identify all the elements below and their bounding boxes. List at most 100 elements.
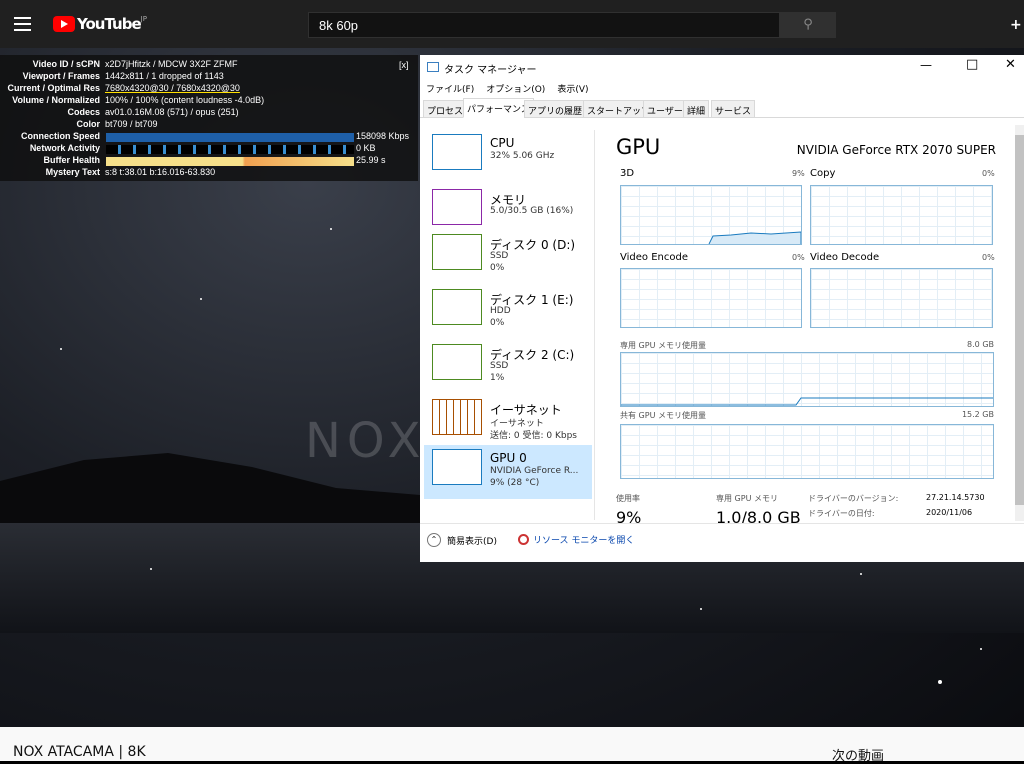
menu-options[interactable]: オプション(O)	[486, 82, 545, 95]
sidebar-item-disk-2[interactable]: ディスク 2 (C:) SSD 1%	[424, 340, 592, 394]
item-subtitle: 32% 5.06 GHz	[490, 151, 555, 161]
logo-text: YouTube	[77, 15, 142, 33]
stat-value: s:8 t:38.01 b:16.016-63.830	[105, 167, 216, 177]
dedicated-memory-line	[621, 397, 993, 406]
memory-value: 1.0/8.0 GB	[716, 508, 801, 523]
region-code: JP	[140, 15, 147, 23]
stats-for-nerds-panel: [x] Video ID / sCPN x2D7jHfitzk / MDCW 3X…	[0, 55, 418, 181]
item-title: CPU	[490, 136, 515, 150]
buffer-health-bar	[106, 157, 354, 166]
dedicated-memory-label: 専用 GPU メモリ使用量	[620, 341, 706, 350]
engine-video-decode-label[interactable]: Video Decode	[810, 252, 879, 263]
usage-value: 9%	[616, 508, 642, 523]
gpu-summary: 使用率 9% 専用 GPU メモリ 1.0/8.0 GB ドライバーのバージョン…	[616, 491, 1014, 523]
item-value: 送信: 0 受信: 0 Kbps	[490, 431, 577, 441]
engine-pct: 0%	[982, 253, 995, 262]
item-value: 9% (28 °C)	[490, 478, 540, 488]
menu-file[interactable]: ファイル(F)	[426, 82, 474, 95]
close-button[interactable]: ✕	[1005, 57, 1016, 72]
search-icon: ⚲	[803, 17, 813, 32]
sidebar-item-cpu[interactable]: CPU 32% 5.06 GHz	[424, 130, 592, 184]
stat-value: 0 KB	[356, 143, 376, 153]
resource-monitor-label: リソース モニターを開く	[533, 536, 635, 546]
search-button[interactable]: ⚲	[780, 12, 836, 38]
disk-thumbnail	[432, 289, 482, 325]
tab-services[interactable]: サービス	[711, 100, 756, 118]
stat-label: Network Activity	[29, 143, 100, 153]
fewer-details-label: 簡易表示(D)	[447, 536, 497, 547]
ethernet-thumbnail	[432, 399, 482, 435]
gpu-thumbnail	[432, 449, 482, 485]
play-logo-icon	[53, 16, 75, 32]
gpu-name: NVIDIA GeForce RTX 2070 SUPER	[796, 143, 996, 157]
stat-value: 158098 Kbps	[356, 131, 410, 141]
sidebar-item-disk-0[interactable]: ディスク 0 (D:) SSD 0%	[424, 230, 592, 284]
shared-memory-max: 15.2 GB	[961, 410, 994, 419]
tab-users[interactable]: ユーザー	[643, 100, 687, 118]
menu-bar: ファイル(F) オプション(O) 表示(V)	[426, 82, 589, 95]
driver-version: 27.21.14.5730	[926, 493, 985, 502]
driver-date-label: ドライバーの日付:	[808, 509, 875, 518]
window-title: タスク マネージャー	[444, 65, 537, 76]
item-title: GPU 0	[490, 451, 527, 465]
item-subtitle: NVIDIA GeForce R...	[490, 466, 579, 476]
create-video-icon[interactable]: +	[1010, 17, 1022, 33]
stat-value: x2D7jHfitzk / MDCW 3X2F ZFMF	[105, 59, 238, 69]
stat-label: Mystery Text	[45, 167, 100, 177]
resource-monitor-link[interactable]: リソース モニターを開く	[518, 533, 634, 546]
stat-label: Codecs	[67, 107, 100, 117]
connection-speed-bar	[106, 133, 354, 142]
graph-video-decode	[810, 268, 993, 328]
tab-app-history[interactable]: アプリの履歴	[524, 100, 587, 118]
sidebar-item-gpu-0[interactable]: GPU 0 NVIDIA GeForce R... 9% (28 °C)	[424, 445, 592, 499]
engine-pct: 0%	[792, 253, 805, 262]
youtube-logo[interactable]: YouTube JP	[53, 15, 147, 33]
stat-value: 25.99 s	[356, 155, 386, 165]
engine-video-encode-label[interactable]: Video Encode	[620, 252, 688, 263]
menu-icon[interactable]	[14, 17, 31, 31]
engine-copy-label[interactable]: Copy	[810, 168, 835, 179]
stat-value: 100% / 100% (content loudness -4.0dB)	[105, 95, 265, 105]
stat-label: Viewport / Frames	[22, 71, 100, 81]
minimize-button[interactable]: —	[920, 58, 932, 72]
scrollbar[interactable]	[1015, 125, 1024, 521]
title-bar[interactable]: タスク マネージャー — □ ✕	[420, 55, 1024, 80]
chevron-up-icon: ⌃	[427, 533, 441, 547]
graph-shared-memory	[620, 424, 994, 479]
fewer-details-button[interactable]: ⌃ 簡易表示(D)	[427, 533, 497, 547]
stat-value: av01.0.16M.08 (571) / opus (251)	[105, 107, 239, 117]
stat-value: bt709 / bt709	[105, 119, 158, 129]
item-subtitle: 5.0/30.5 GB (16%)	[490, 206, 574, 216]
maximize-button[interactable]: □	[966, 57, 978, 72]
driver-date: 2020/11/06	[926, 508, 973, 517]
stat-value: 7680x4320@30 / 7680x4320@30	[105, 83, 240, 93]
cpu-thumbnail	[432, 134, 482, 170]
graph-dedicated-memory	[620, 352, 994, 407]
stat-label: Video ID / sCPN	[32, 59, 100, 69]
resource-monitor-icon	[518, 534, 529, 545]
disk-thumbnail	[432, 344, 482, 380]
youtube-header: YouTube JP ⚲ +	[0, 0, 1024, 48]
stat-label: Color	[76, 119, 101, 129]
menu-view[interactable]: 表示(V)	[557, 82, 588, 95]
tab-details[interactable]: 詳細	[683, 100, 710, 118]
video-info-bar: NOX ATACAMA | 8K 次の動画	[0, 727, 1024, 764]
memory-label: 専用 GPU メモリ	[716, 494, 778, 503]
tab-processes[interactable]: プロセス	[423, 100, 468, 118]
engine-pct: 9%	[792, 169, 805, 178]
sidebar-item-disk-1[interactable]: ディスク 1 (E:) HDD 0%	[424, 285, 592, 339]
stat-label: Current / Optimal Res	[7, 83, 100, 93]
disk-thumbnail	[432, 234, 482, 270]
sidebar-item-ethernet[interactable]: イーサネット イーサネット 送信: 0 受信: 0 Kbps	[424, 395, 592, 449]
stat-label: Volume / Normalized	[12, 95, 100, 105]
item-subtitle: SSD	[490, 251, 509, 261]
task-manager-icon	[427, 62, 439, 72]
item-subtitle: SSD	[490, 361, 509, 371]
network-activity-bar	[106, 145, 354, 154]
search-input[interactable]	[308, 12, 780, 38]
engine-3d-label[interactable]: 3D	[620, 168, 634, 179]
graph-3d-line	[708, 231, 802, 245]
dedicated-memory-max: 8.0 GB	[967, 340, 994, 349]
item-value: 0%	[490, 263, 505, 273]
video-watermark: NOX	[305, 413, 427, 469]
